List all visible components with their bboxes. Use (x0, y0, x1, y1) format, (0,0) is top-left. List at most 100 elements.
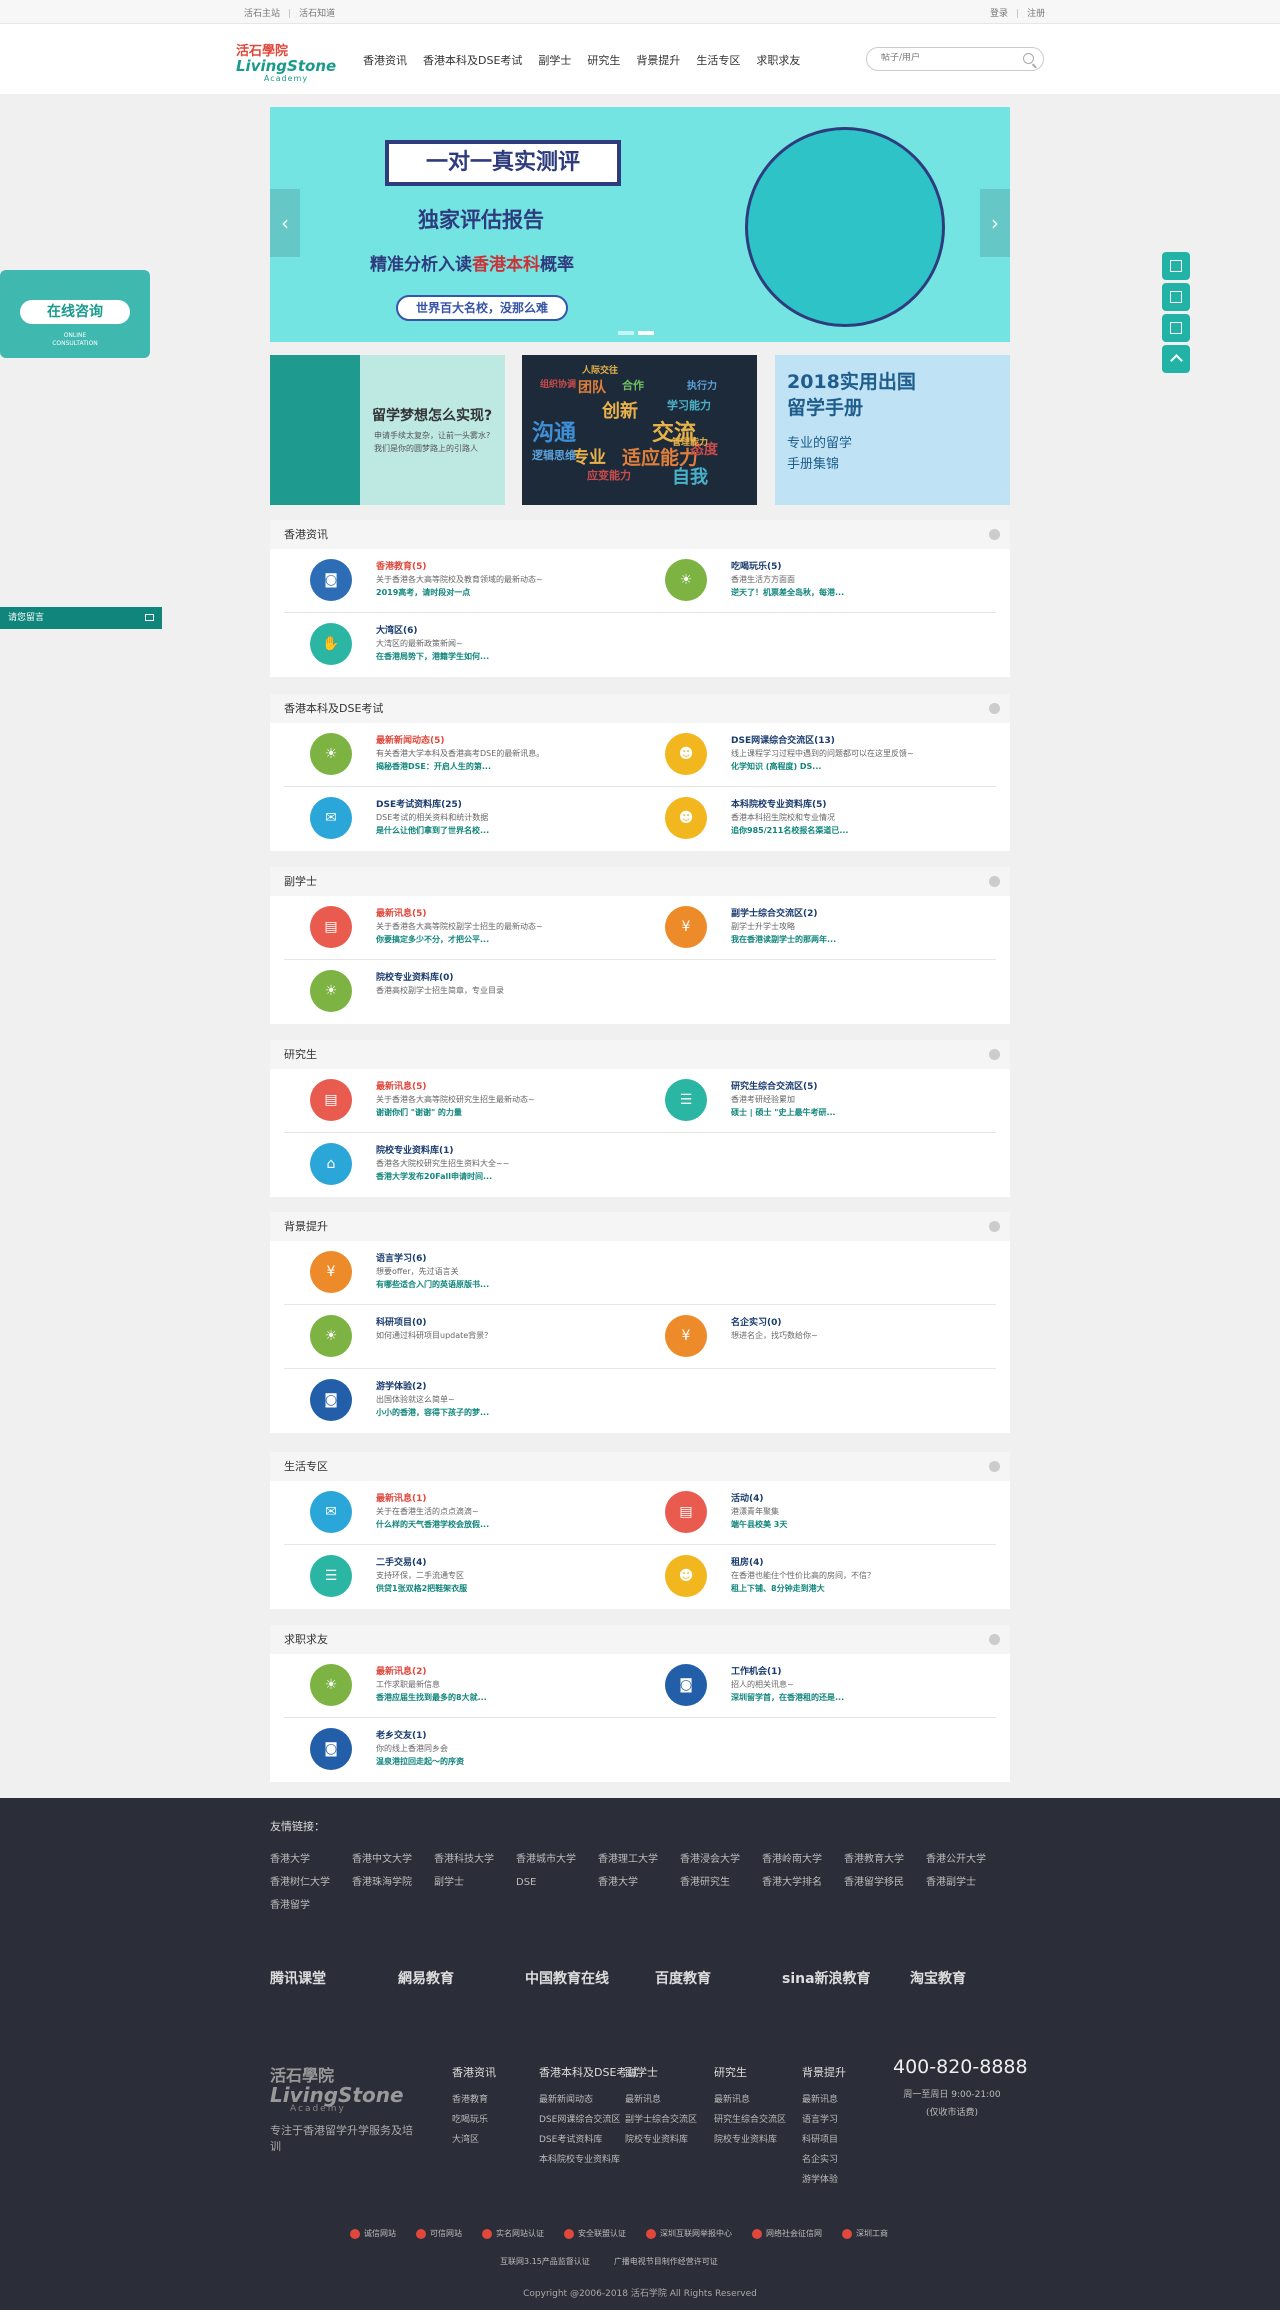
board-latest-post[interactable]: 你要搞定多少不分，才把公平... (376, 934, 646, 945)
search-input[interactable] (881, 53, 1011, 63)
board-latest-post[interactable]: 我在香港读副学士的那两年... (731, 934, 1001, 945)
banner-dot-active[interactable] (638, 331, 654, 335)
section-header[interactable]: 研究生 (270, 1040, 1010, 1069)
board-title[interactable]: DSE考试资料库(25) (376, 797, 462, 810)
online-consult-button[interactable]: 在线咨询 (20, 300, 130, 324)
section-header[interactable]: 副学士 (270, 867, 1010, 896)
board-icon[interactable]: ✉ (310, 797, 352, 839)
board-icon[interactable]: ◙ (310, 1379, 352, 1421)
nav-item[interactable]: 香港资讯 (363, 52, 407, 68)
forum-board[interactable]: ◙ 老乡交友(1) 你的线上香港同乡会 温泉港拉回走起～的序资 (310, 1718, 650, 1782)
forum-board[interactable]: ▤ 最新讯息(5) 关于香港各大高等院校副学士招生的最新动态~ 你要搞定多少不分，才把… (310, 896, 650, 960)
board-title[interactable]: 最新讯息(1) (376, 1491, 427, 1504)
friend-link[interactable]: 香港科技大学 (434, 1850, 516, 1865)
footer-nav-link[interactable]: 最新讯息 (625, 2092, 697, 2105)
board-latest-post[interactable]: 租上下铺、8分钟走到港大 (731, 1583, 1001, 1594)
friend-link[interactable]: 香港副学士 (926, 1873, 1008, 1888)
forum-board[interactable]: ◙ 工作机会(1) 招人的相关讯息~ 深圳留学首，在香港租的还是... (665, 1654, 1005, 1718)
partner-logo[interactable]: 腾讯课堂 (270, 1968, 326, 1988)
footer-nav-link[interactable]: 游学体验 (802, 2172, 846, 2185)
board-title[interactable]: 院校专业资料库(1) (376, 1143, 454, 1156)
trust-badge[interactable]: 深圳工商 (842, 2228, 888, 2239)
section-header[interactable]: 生活专区 (270, 1452, 1010, 1481)
partner-logo[interactable]: 中国教育在线 (525, 1968, 609, 1988)
forum-board[interactable]: ☰ 研究生综合交流区(5) 香港考研经验累加 硕士 | 硕士 "史上最牛考研... (665, 1069, 1005, 1133)
login-link[interactable]: 登录 (990, 9, 1008, 19)
board-icon[interactable]: ¥ (665, 1315, 707, 1357)
main-site-link[interactable]: 活石主站 (244, 9, 280, 19)
board-latest-post[interactable]: 深圳留学首，在香港租的还是... (731, 1692, 1001, 1703)
board-title[interactable]: 副学士综合交流区(2) (731, 906, 818, 919)
forum-board[interactable]: ☀ 吃喝玩乐(5) 香港生活方方面面 逆天了！机票差全岛秋，每港... (665, 549, 1005, 613)
friend-link[interactable]: 香港留学 (270, 1896, 352, 1911)
board-icon[interactable]: ☻ (665, 1555, 707, 1597)
board-latest-post[interactable]: 揭秘香港DSE：开启人生的第... (376, 761, 646, 772)
board-icon[interactable]: ◙ (310, 1728, 352, 1770)
forum-board[interactable]: ☻ 租房(4) 在香港也能住个性价比高的房间，不信？ 租上下铺、8分钟走到港大 (665, 1545, 1005, 1609)
board-icon[interactable]: ◙ (665, 1664, 707, 1706)
partner-logo[interactable]: sina新浪教育 (782, 1968, 871, 1988)
board-icon[interactable]: ☰ (665, 1079, 707, 1121)
board-title[interactable]: 科研项目(0) (376, 1315, 427, 1328)
board-icon[interactable]: ▤ (310, 1079, 352, 1121)
footer-nav-link[interactable]: 研究生综合交流区 (714, 2112, 786, 2125)
board-latest-post[interactable]: 谢谢你们 "谢谢" 的力量 (376, 1107, 646, 1118)
board-latest-post[interactable]: 供贷1张双格2把鞋架衣服 (376, 1583, 646, 1594)
zhidao-link[interactable]: 活石知道 (299, 9, 335, 19)
register-link[interactable]: 注册 (1027, 9, 1045, 19)
board-title[interactable]: 语言学习(6) (376, 1251, 427, 1264)
board-title[interactable]: 租房(4) (731, 1555, 764, 1568)
board-latest-post[interactable]: 香港大学发布20Fall申请时间... (376, 1171, 646, 1182)
forum-board[interactable]: ▤ 最新讯息(5) 关于香港各大高等院校研究生招生最新动态~ 谢谢你们 "谢谢" 的力… (310, 1069, 650, 1133)
friend-link[interactable]: 香港大学排名 (762, 1873, 844, 1888)
board-title[interactable]: 最新讯息(2) (376, 1664, 427, 1677)
board-title[interactable]: 游学体验(2) (376, 1379, 427, 1392)
trust-badge[interactable]: 诚信网站 (350, 2228, 396, 2239)
friend-link[interactable]: 香港大学 (598, 1873, 680, 1888)
trust-badge[interactable]: 深圳互联网举报中心 (646, 2228, 732, 2239)
friend-link[interactable]: 香港理工大学 (598, 1850, 680, 1865)
site-logo[interactable]: 活石學院 LivingStone Academy (236, 40, 336, 83)
board-title[interactable]: 吃喝玩乐(5) (731, 559, 782, 572)
friend-link[interactable]: 副学士 (434, 1873, 516, 1888)
board-title[interactable]: 香港教育(5) (376, 559, 427, 572)
nav-item[interactable]: 副学士 (538, 52, 571, 68)
trust-badge[interactable]: 网络社会征信网 (752, 2228, 822, 2239)
board-latest-post[interactable]: 逆天了！机票差全岛秋，每港... (731, 587, 1001, 598)
board-latest-post[interactable]: 化学知识 (高程度) DS... (731, 761, 1001, 772)
promo-card-dream[interactable]: 留学梦想怎么实现? 申请手续太复杂，让前一头雾水?我们是你的圆梦路上的引路人 (270, 355, 505, 505)
board-icon[interactable]: ☀ (310, 970, 352, 1012)
board-title[interactable]: 老乡交友(1) (376, 1728, 427, 1741)
promo-card-skills[interactable]: 人际交往 组织协调 团队 执行力 创新 学习能力 沟通 交流 专业 适应能力 态度 自我 逻辑思维 管理能… (522, 355, 757, 505)
forum-board[interactable]: ☀ 最新讯息(2) 工作求职最新信息 香港应届生找到最多的8大就... (310, 1654, 650, 1718)
minimize-icon[interactable] (145, 614, 154, 621)
forum-board[interactable]: ⌂ 院校专业资料库(1) 香港各大院校研究生招生资料大全~~ 香港大学发布20Fall… (310, 1133, 650, 1197)
footer-nav-link[interactable]: 本科院校专业资料库 (539, 2152, 638, 2165)
footer-nav-link[interactable]: 最新讯息 (714, 2092, 786, 2105)
search-icon[interactable] (1023, 53, 1034, 64)
board-icon[interactable]: ▤ (310, 906, 352, 948)
footer-nav-link[interactable]: 吃喝玩乐 (452, 2112, 496, 2125)
footer-nav-link[interactable]: DSE网课综合交流区 (539, 2112, 638, 2125)
collapse-icon[interactable] (989, 703, 1000, 714)
online-consult-widget[interactable]: 在线咨询 ONLINE CONSULTATION (0, 270, 150, 358)
forum-board[interactable]: ◙ 游学体验(2) 出国体验就这么简单~ 小小的香港，容得下孩子的梦... (310, 1369, 650, 1433)
news-tool-button[interactable] (1162, 252, 1190, 280)
board-title[interactable]: 工作机会(1) (731, 1664, 782, 1677)
friend-link[interactable]: 香港岭南大学 (762, 1850, 844, 1865)
forum-board[interactable]: ✉ 最新讯息(1) 关于在香港生活的点点滴滴~ 什么样的天气香港学校会放假... (310, 1481, 650, 1545)
board-title[interactable]: 大湾区(6) (376, 623, 418, 636)
forum-board[interactable]: ◙ 香港教育(5) 关于香港各大高等院校及教育领域的最新动态~ 2019高考，请时段对… (310, 549, 650, 613)
trust-badge[interactable]: 实名网站认证 (482, 2228, 544, 2239)
board-icon[interactable]: ☰ (310, 1555, 352, 1597)
edit-tool-button[interactable] (1162, 283, 1190, 311)
collapse-icon[interactable] (989, 1634, 1000, 1645)
board-latest-post[interactable]: 什么样的天气香港学校会放假... (376, 1519, 646, 1530)
collapse-icon[interactable] (989, 1049, 1000, 1060)
banner-next-arrow[interactable]: › (980, 189, 1010, 257)
board-icon[interactable]: ✋ (310, 623, 352, 665)
board-title[interactable]: 活动(4) (731, 1491, 764, 1504)
footer-nav-link[interactable]: 最新新闻动态 (539, 2092, 638, 2105)
hero-banner[interactable]: 一对一真实测评 独家评估报告 精准分析入读香港本科概率 世界百大名校，没那么难 … (270, 107, 1010, 342)
collapse-icon[interactable] (989, 529, 1000, 540)
